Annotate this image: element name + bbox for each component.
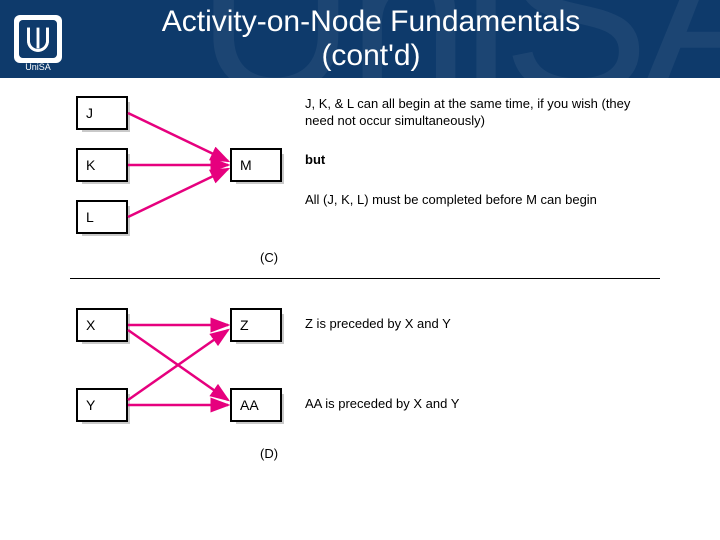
edge-y-z bbox=[128, 330, 228, 400]
node-aa-label: AA bbox=[240, 397, 259, 413]
node-m: M bbox=[230, 148, 282, 182]
node-y-label: Y bbox=[86, 397, 95, 413]
desc-d-aa: AA is preceded by X and Y bbox=[305, 396, 459, 413]
caption-c: (C) bbox=[260, 250, 278, 265]
desc-c-2: All (J, K, L) must be completed before M… bbox=[305, 192, 655, 209]
node-z: Z bbox=[230, 308, 282, 342]
unisa-logo bbox=[14, 15, 62, 63]
caption-d: (D) bbox=[260, 446, 278, 461]
node-x: X bbox=[76, 308, 128, 342]
node-j: J bbox=[76, 96, 128, 130]
node-k: K bbox=[76, 148, 128, 182]
node-l: L bbox=[76, 200, 128, 234]
diagram-stage: J K L M J, K, & L can all begin at the s… bbox=[0, 78, 720, 540]
header: UniSA UniSA Activity-on-Node Fundamental… bbox=[0, 0, 720, 78]
edge-j-m bbox=[128, 113, 228, 161]
node-l-label: L bbox=[86, 209, 94, 225]
title-line-2: (cont'd) bbox=[321, 39, 420, 72]
node-j-label: J bbox=[86, 105, 93, 121]
divider-c-d bbox=[70, 278, 660, 279]
node-x-label: X bbox=[86, 317, 95, 333]
node-y: Y bbox=[76, 388, 128, 422]
unisa-logo-icon bbox=[19, 20, 57, 58]
node-k-label: K bbox=[86, 157, 95, 173]
desc-d-z: Z is preceded by X and Y bbox=[305, 316, 451, 333]
page-title: Activity-on-Node Fundamentals (cont'd) bbox=[62, 5, 720, 74]
title-line-1: Activity-on-Node Fundamentals bbox=[162, 5, 581, 38]
desc-c-but: but bbox=[305, 152, 325, 169]
edge-x-aa bbox=[128, 330, 228, 400]
edge-l-m bbox=[128, 169, 228, 217]
node-aa: AA bbox=[230, 388, 282, 422]
desc-c-1: J, K, & L can all begin at the same time… bbox=[305, 96, 655, 130]
node-m-label: M bbox=[240, 157, 252, 173]
logo-caption: UniSA bbox=[14, 62, 62, 72]
node-z-label: Z bbox=[240, 317, 249, 333]
